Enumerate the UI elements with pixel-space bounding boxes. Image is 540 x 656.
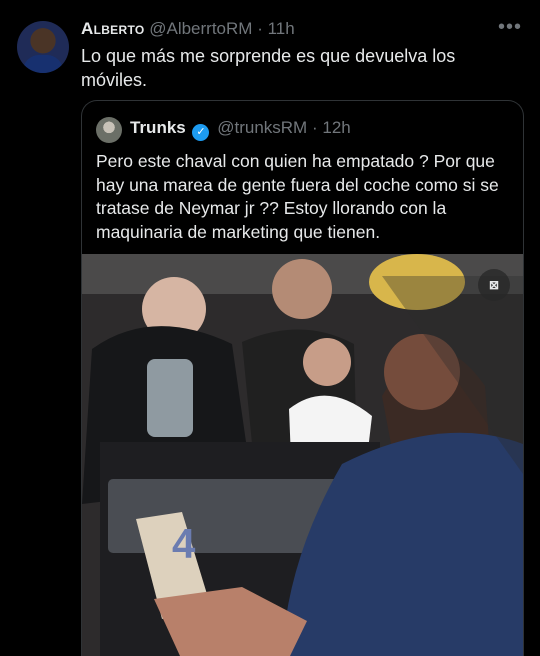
quoted-photo[interactable]: 4 [82,254,523,656]
tweet-time[interactable]: 11h [268,19,295,38]
quoted-separator: · [311,118,318,137]
quoted-header: Trunks ✓ @trunksRM · 12h [130,118,351,141]
author-name[interactable]: Alberto [81,19,145,38]
quoted-author-handle[interactable]: @trunksRM [217,118,307,137]
quoted-author-name[interactable]: Trunks [130,118,186,137]
tweet-text: Lo que más me sorprende es que devuelva … [81,46,456,90]
tweet[interactable]: Alberto @AlberrtoRM · 11h ••• Lo que más… [0,0,540,656]
header-separator: · [257,19,263,38]
image-media-icon[interactable]: ⊠ [478,269,510,301]
quoted-tweet[interactable]: Trunks ✓ @trunksRM · 12h Pero este chava… [81,100,524,656]
tweet-header: Alberto @AlberrtoRM · 11h [81,19,295,39]
quoted-time[interactable]: 12h [322,118,350,137]
author-handle[interactable]: @AlberrtoRM [149,19,252,38]
quoted-text: Pero este chaval con quien ha empatado ?… [96,151,499,242]
phone-case-number: 4 [172,520,196,567]
author-avatar[interactable] [17,21,69,73]
verified-badge-icon: ✓ [192,124,210,141]
more-dots-icon[interactable]: ••• [498,16,522,39]
quoted-author-avatar[interactable] [96,117,122,143]
